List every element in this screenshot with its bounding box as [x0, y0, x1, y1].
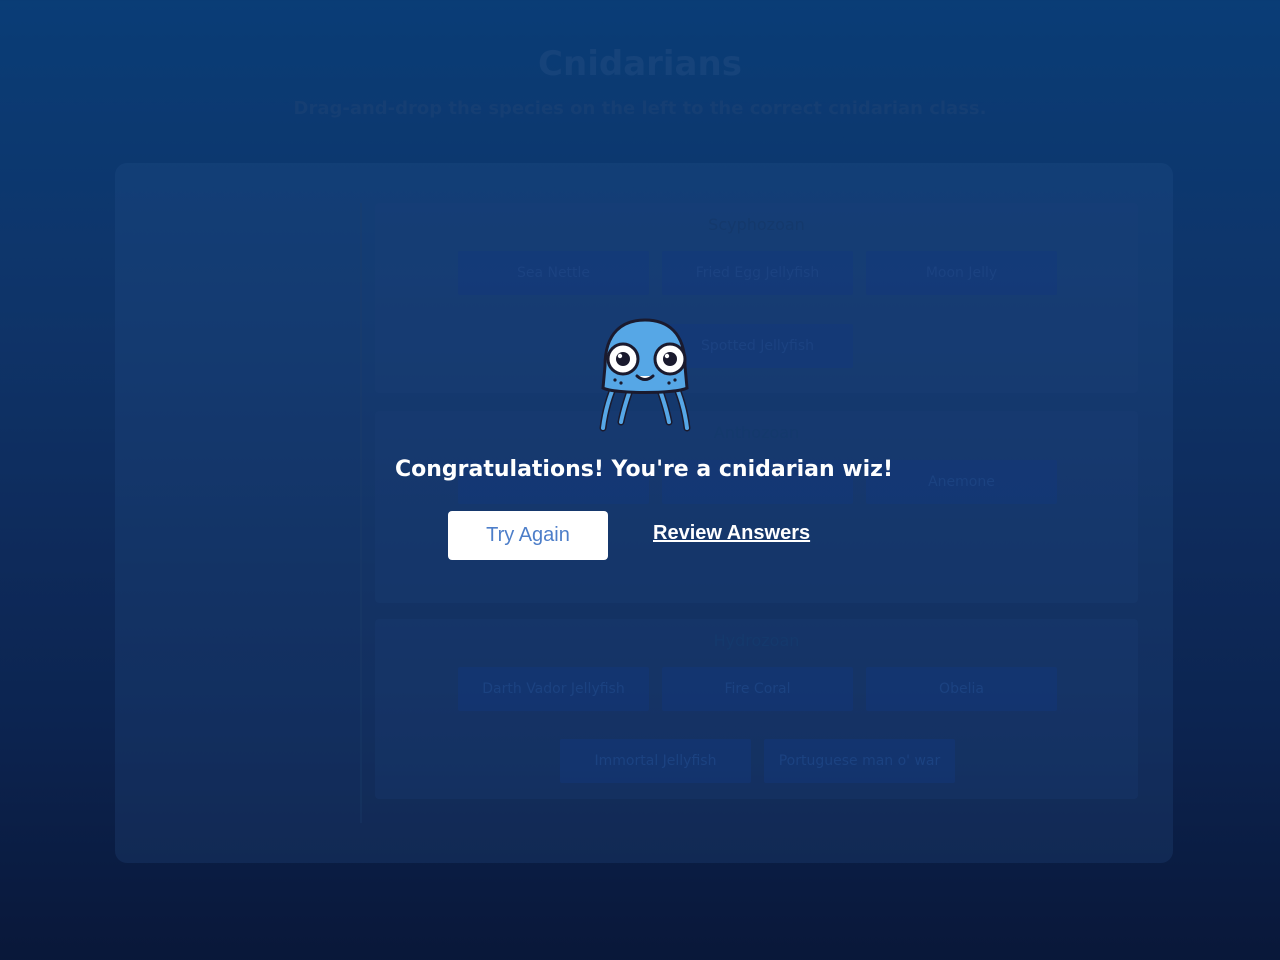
congrats-message: Congratulations! You're a cnidarian wiz! [394, 457, 893, 482]
jellyfish-mascot-icon [599, 318, 691, 432]
review-answers-link[interactable]: Review Answers [653, 522, 810, 545]
try-again-button[interactable]: Try Again [448, 511, 608, 560]
